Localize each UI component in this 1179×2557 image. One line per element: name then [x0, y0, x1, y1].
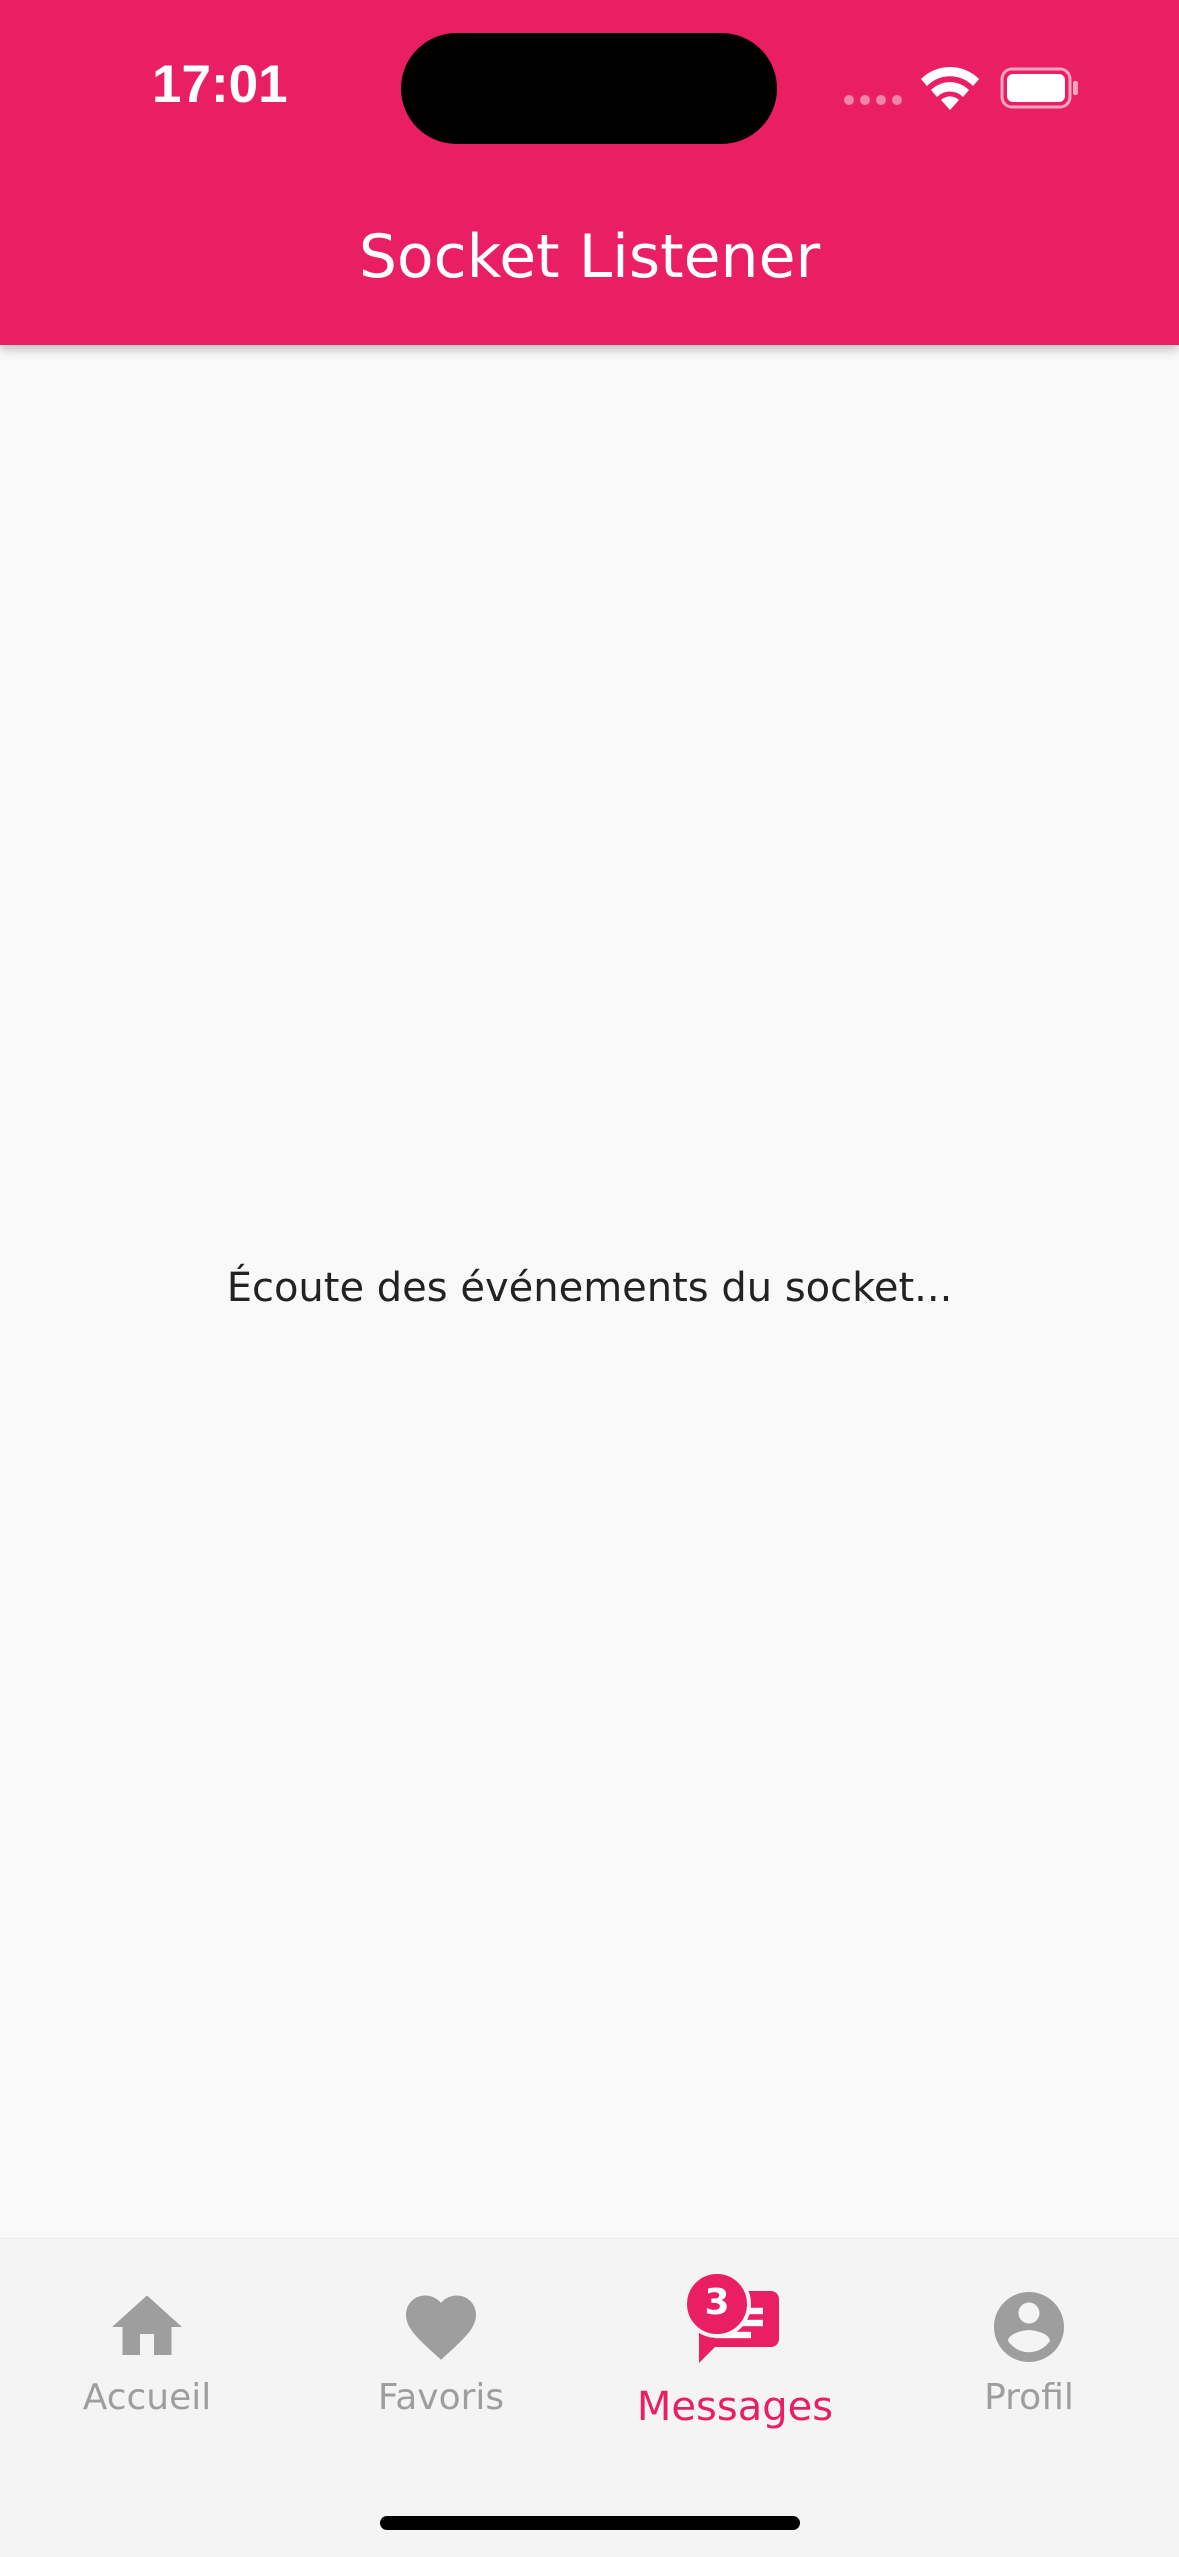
status-time: 17:01	[152, 55, 288, 114]
heart-icon	[406, 2295, 476, 2360]
cellular-signal-icon	[844, 95, 902, 105]
nav-item-profil[interactable]: Profil	[882, 2239, 1176, 2459]
home-indicator	[380, 2516, 800, 2530]
account-icon	[994, 2292, 1064, 2362]
socket-status-message: Écoute des événements du socket...	[226, 1265, 953, 1311]
nav-label-profil: Profil	[984, 2377, 1074, 2418]
nav-item-accueil[interactable]: Accueil	[0, 2239, 294, 2459]
bottom-navigation-bar: Accueil Favoris Messages Profil	[0, 2238, 1179, 2557]
nav-item-favoris[interactable]: Favoris	[294, 2239, 588, 2459]
nav-label-accueil: Accueil	[82, 2377, 212, 2418]
page-title: Socket Listener	[358, 222, 821, 292]
wifi-icon	[921, 66, 979, 110]
app-bar: 17:01 Socket Listener	[0, 0, 1179, 345]
nav-label-messages: Messages	[636, 2384, 834, 2430]
home-icon	[112, 2295, 182, 2355]
messages-badge: 3	[683, 2270, 751, 2338]
dynamic-island	[401, 33, 777, 144]
nav-item-messages[interactable]: Messages	[588, 2239, 882, 2459]
nav-label-favoris: Favoris	[377, 2377, 505, 2418]
battery-icon	[1000, 67, 1078, 109]
